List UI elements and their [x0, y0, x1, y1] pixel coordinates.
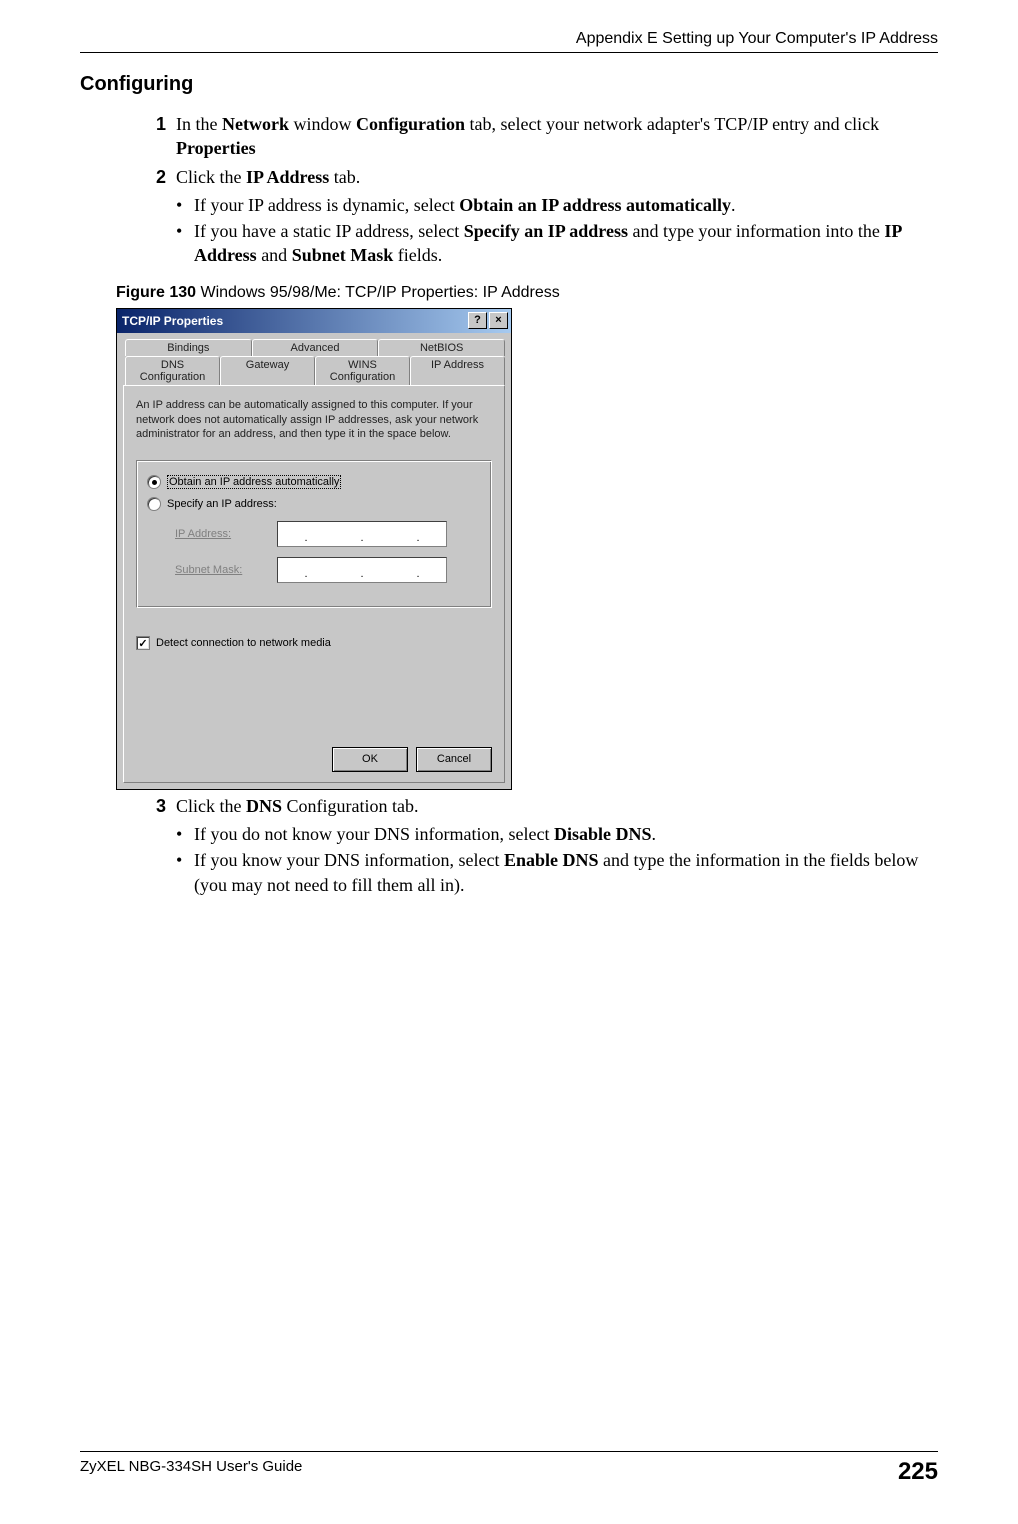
tab-bindings[interactable]: Bindings	[125, 339, 252, 356]
radio-label: Obtain an IP address automatically	[167, 475, 341, 489]
cancel-button[interactable]: Cancel	[416, 747, 492, 772]
detect-connection-checkbox[interactable]: ✓ Detect connection to network media	[136, 636, 492, 650]
step-number: 2	[140, 165, 166, 189]
checkbox-label: Detect connection to network media	[156, 637, 331, 649]
radio-icon	[147, 497, 161, 511]
tab-gateway[interactable]: Gateway	[220, 356, 315, 385]
tab-ip-address[interactable]: IP Address	[410, 356, 505, 387]
step-body: Click the IP Address tab.	[176, 165, 938, 189]
checkbox-icon: ✓	[136, 636, 150, 650]
step-2: 2 Click the IP Address tab.	[140, 165, 938, 189]
footer-guide-name: ZyXEL NBG-334SH User's Guide	[80, 1458, 302, 1486]
step-number: 3	[140, 794, 166, 818]
figure-caption: Figure 130 Windows 95/98/Me: TCP/IP Prop…	[116, 284, 938, 302]
dialog-title: TCP/IP Properties	[120, 314, 466, 328]
ok-button[interactable]: OK	[332, 747, 408, 772]
ip-address-input[interactable]: ...	[277, 521, 447, 547]
tab-netbios[interactable]: NetBIOS	[378, 339, 505, 356]
tcpip-properties-dialog: TCP/IP Properties ? × Bindings Advanced …	[116, 308, 512, 790]
ip-address-label: IP Address:	[175, 528, 277, 540]
bullet: • If your IP address is dynamic, select …	[176, 193, 938, 217]
step-body: In the Network window Configuration tab,…	[176, 112, 938, 161]
help-button[interactable]: ?	[468, 312, 487, 329]
tab-description: An IP address can be automatically assig…	[136, 398, 492, 443]
close-button[interactable]: ×	[489, 312, 508, 329]
bullet: • If you do not know your DNS informatio…	[176, 822, 938, 846]
bullet: • If you know your DNS information, sele…	[176, 848, 938, 897]
radio-label: Specify an IP address:	[167, 498, 277, 510]
subnet-mask-label: Subnet Mask:	[175, 564, 277, 576]
radio-specify-address[interactable]: Specify an IP address:	[147, 497, 481, 511]
tab-wins-configuration[interactable]: WINS Configuration	[315, 356, 410, 385]
radio-icon	[147, 475, 161, 489]
step-body: Click the DNS Configuration tab.	[176, 794, 938, 818]
tab-dns-configuration[interactable]: DNS Configuration	[125, 356, 220, 385]
tab-advanced[interactable]: Advanced	[252, 339, 379, 356]
subnet-mask-input[interactable]: ...	[277, 557, 447, 583]
page-footer: ZyXEL NBG-334SH User's Guide 225	[80, 1451, 938, 1486]
radio-obtain-automatically[interactable]: Obtain an IP address automatically	[147, 475, 481, 489]
step-number: 1	[140, 112, 166, 161]
header-rule	[80, 52, 938, 53]
bullet: • If you have a static IP address, selec…	[176, 219, 938, 268]
footer-rule	[80, 1451, 938, 1452]
ip-mode-group: Obtain an IP address automatically Speci…	[136, 460, 492, 608]
tab-pane-ip-address: An IP address can be automatically assig…	[123, 385, 505, 783]
appendix-header: Appendix E Setting up Your Computer's IP…	[80, 30, 938, 48]
page-number: 225	[898, 1458, 938, 1486]
step-3: 3 Click the DNS Configuration tab.	[140, 794, 938, 818]
step-1: 1 In the Network window Configuration ta…	[140, 112, 938, 161]
dialog-titlebar[interactable]: TCP/IP Properties ? ×	[117, 309, 511, 333]
section-title: Configuring	[80, 73, 938, 96]
